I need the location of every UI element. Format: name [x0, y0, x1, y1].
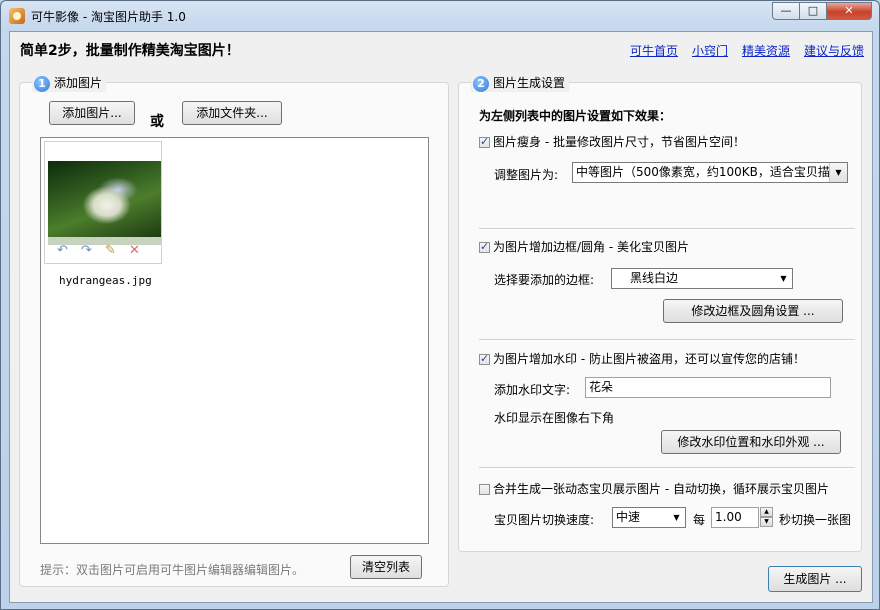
watermark-settings-button[interactable]: 修改水印位置和水印外观 ... — [661, 430, 841, 454]
animation-speed-label: 宝贝图片切换速度: — [494, 513, 595, 527]
spinner-up-icon[interactable]: ▲ — [760, 507, 773, 517]
every-label: 每 — [693, 513, 706, 527]
step-2-badge: 2 — [473, 75, 489, 92]
chevron-down-icon[interactable]: ▼ — [668, 508, 685, 527]
watermark-checkbox[interactable]: 为图片增加水印 - 防止图片被盗用，还可以宣传您的店铺！ — [479, 352, 805, 366]
main-panel: 简单2步，批量制作精美淘宝图片！ 可牛首页 小窍门 精美资源 建议与反馈 1 添加图片 … — [9, 31, 873, 603]
divider — [479, 228, 855, 230]
window-title: 可牛影像 - 淘宝图片助手 1.0 — [31, 10, 186, 24]
settings-intro: 为左侧列表中的图片设置如下效果： — [479, 109, 672, 123]
resize-checkbox-box[interactable] — [479, 135, 490, 149]
animation-speed-select[interactable]: 中速 ▼ — [612, 507, 686, 528]
close-button[interactable]: ✕ — [826, 2, 872, 20]
animation-checkbox-label: 合并生成一张动态宝贝展示图片 - 自动切换，循环展示宝贝图片 — [493, 482, 829, 496]
animation-checkbox[interactable]: 合并生成一张动态宝贝展示图片 - 自动切换，循环展示宝贝图片 — [479, 482, 829, 496]
image-thumbnail[interactable]: ↶ ↷ ✎ ✕ — [44, 141, 162, 264]
watermark-checkbox-label: 为图片增加水印 - 防止图片被盗用，还可以宣传您的店铺！ — [493, 352, 805, 366]
add-folder-button[interactable]: 添加文件夹... — [182, 101, 282, 125]
rotate-right-icon[interactable]: ↷ — [81, 243, 105, 258]
output-settings-title: 图片生成设置 — [493, 76, 566, 90]
link-home[interactable]: 可牛首页 — [630, 44, 678, 58]
image-list[interactable]: ↶ ↷ ✎ ✕ hydrangeas.jpg — [40, 137, 429, 544]
resize-checkbox-label: 图片瘦身 - 批量修改图片尺寸，节省图片空间！ — [493, 135, 745, 149]
add-images-group: 1 添加图片 添加图片... 或 添加文件夹... ↶ ↷ ✎ ✕ hydrangeas… — [19, 74, 449, 587]
spinner-down-icon[interactable]: ▼ — [760, 517, 773, 527]
link-tips[interactable]: 小窍门 — [692, 44, 728, 58]
chevron-down-icon[interactable]: ▼ — [829, 163, 847, 182]
watermark-text-input[interactable]: 花朵 — [585, 377, 831, 398]
animation-speed-value: 中速 — [616, 510, 641, 524]
divider — [479, 467, 855, 469]
link-resources[interactable]: 精美资源 — [742, 44, 790, 58]
or-label: 或 — [150, 114, 164, 130]
hint-text: 提示：双击图片可启用可牛图片编辑器编辑图片。 — [40, 563, 305, 577]
border-checkbox-label: 为图片增加边框/圆角 - 美化宝贝图片 — [493, 240, 690, 254]
page-headline: 简单2步，批量制作精美淘宝图片！ — [20, 43, 240, 59]
add-images-group-title: 1 添加图片 — [32, 74, 107, 92]
animation-checkbox-box[interactable] — [479, 484, 490, 495]
step-1-badge: 1 — [34, 75, 50, 92]
thumbnail-filename: hydrangeas.jpg — [59, 274, 152, 287]
resize-size-select[interactable]: 中等图片（500像素宽，约100KB，适合宝贝描述 ▼ — [572, 162, 848, 183]
rotate-left-icon[interactable]: ↶ — [57, 243, 81, 258]
clear-list-button[interactable]: 清空列表 — [350, 555, 422, 579]
border-select-value: 黑线白边 — [630, 271, 679, 285]
border-select-label: 选择要添加的边框: — [494, 273, 595, 287]
thumbnail-actions: ↶ ↷ ✎ ✕ — [57, 243, 157, 259]
edit-icon[interactable]: ✎ — [105, 243, 129, 258]
watermark-text-label: 添加水印文字: — [494, 383, 571, 397]
interval-spinner[interactable]: ▲ ▼ — [760, 507, 773, 528]
top-links: 可牛首页 小窍门 精美资源 建议与反馈 — [616, 42, 864, 59]
add-image-button[interactable]: 添加图片... — [49, 101, 135, 125]
border-checkbox-box[interactable] — [479, 240, 490, 254]
watermark-position-text: 水印显示在图像右下角 — [494, 411, 615, 425]
output-settings-group: 2 图片生成设置 为左侧列表中的图片设置如下效果： 图片瘦身 - 批量修改图片尺寸… — [458, 74, 862, 552]
resize-checkbox[interactable]: 图片瘦身 - 批量修改图片尺寸，节省图片空间！ — [479, 135, 745, 149]
border-checkbox[interactable]: 为图片增加边框/圆角 - 美化宝贝图片 — [479, 240, 689, 254]
border-settings-button[interactable]: 修改边框及圆角设置 ... — [663, 299, 843, 323]
app-window: 可牛影像 - 淘宝图片助手 1.0 — □ ✕ 简单2步，批量制作精美淘宝图片！… — [0, 0, 880, 610]
resize-size-label: 调整图片为: — [494, 168, 559, 182]
app-logo-icon — [9, 8, 25, 24]
interval-input[interactable]: 1.00 — [711, 507, 759, 528]
watermark-checkbox-box[interactable] — [479, 352, 490, 366]
resize-size-value: 中等图片（500像素宽，约100KB，适合宝贝描述 — [576, 165, 842, 179]
link-feedback[interactable]: 建议与反馈 — [804, 44, 864, 58]
title-bar[interactable]: 可牛影像 - 淘宝图片助手 1.0 — □ ✕ — [1, 1, 879, 31]
maximize-button[interactable]: □ — [799, 2, 827, 20]
hydrangea-image — [48, 161, 161, 237]
interval-suffix: 秒切换一张图 — [779, 513, 852, 527]
divider — [479, 339, 855, 341]
border-select[interactable]: 黑线白边 ▼ — [611, 268, 793, 289]
generate-button[interactable]: 生成图片 ... — [768, 566, 862, 592]
delete-icon[interactable]: ✕ — [129, 243, 153, 258]
add-images-title: 添加图片 — [54, 76, 103, 90]
minimize-button[interactable]: — — [772, 2, 800, 20]
output-settings-group-title: 2 图片生成设置 — [471, 74, 570, 92]
chevron-down-icon[interactable]: ▼ — [775, 269, 792, 288]
